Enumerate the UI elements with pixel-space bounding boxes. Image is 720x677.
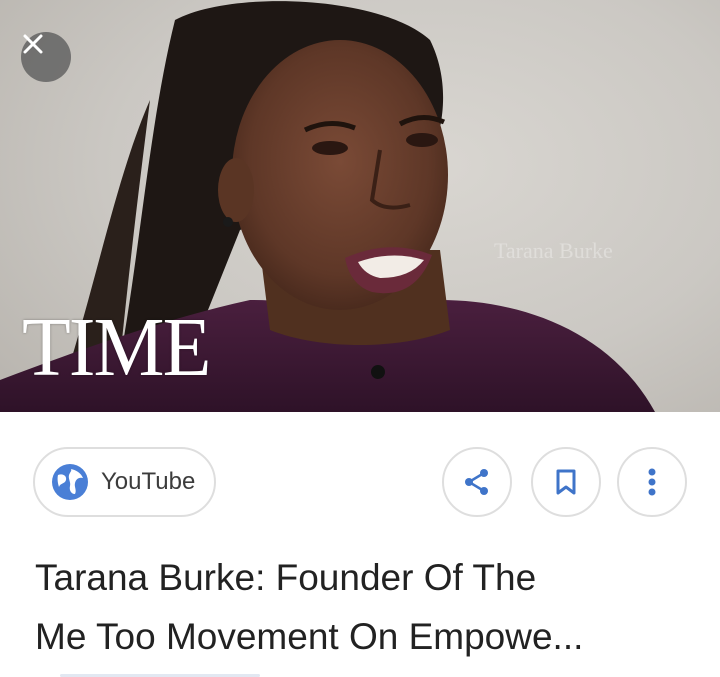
bookmark-icon [556,469,576,495]
close-button[interactable] [21,32,71,82]
globe-icon [51,463,89,501]
share-icon [465,469,488,495]
source-chip-youtube[interactable]: YouTube [33,447,216,517]
source-label: YouTube [101,468,196,495]
video-thumbnail[interactable]: TIME Tarana Burke [0,0,720,412]
result-title[interactable]: Tarana Burke: Founder Of The Me Too Move… [35,548,695,666]
more-options-button[interactable] [617,447,687,517]
name-watermark: Tarana Burke [494,238,613,263]
save-button[interactable] [531,447,601,517]
more-vert-icon [648,468,656,496]
close-icon [23,34,43,54]
search-result-card: TIME Tarana Burke YouTube Tarana Burke: … [0,0,720,677]
time-logo: TIME [22,301,211,394]
result-title-line-1: Tarana Burke: Founder Of The [35,557,537,598]
result-title-line-2: Me Too Movement On Empowe... [35,616,584,657]
share-button[interactable] [442,447,512,517]
